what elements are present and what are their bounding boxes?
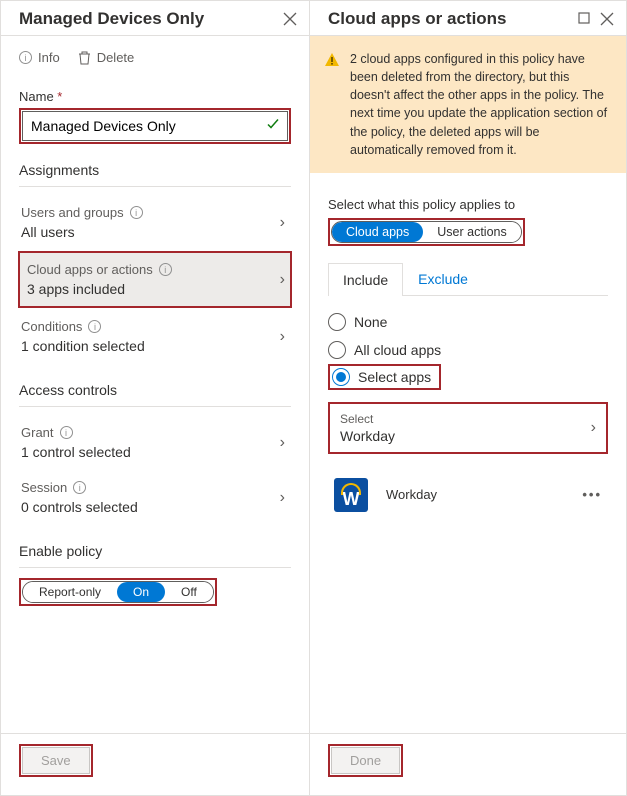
radio-none[interactable]: None bbox=[328, 308, 608, 336]
conditions-row[interactable]: Conditionsi 1 condition selected › bbox=[19, 309, 291, 364]
info-action[interactable]: i Info bbox=[19, 50, 60, 65]
name-label: Name bbox=[19, 89, 291, 104]
toggle-report-only[interactable]: Report-only bbox=[23, 582, 117, 602]
policy-panel: Managed Devices Only i Info Delete Name bbox=[0, 0, 310, 796]
tab-exclude[interactable]: Exclude bbox=[403, 262, 483, 295]
chevron-right-icon: › bbox=[280, 214, 285, 232]
radio-select-apps[interactable]: Select apps bbox=[358, 369, 431, 385]
chevron-right-icon: › bbox=[280, 489, 285, 507]
pill-user-actions[interactable]: User actions bbox=[423, 222, 520, 242]
select-value: Workday bbox=[340, 428, 395, 444]
radio-icon bbox=[328, 341, 346, 359]
workday-app-icon: W bbox=[334, 478, 368, 512]
radio-all-cloud-apps[interactable]: All cloud apps bbox=[328, 336, 608, 364]
enable-policy-toggle[interactable]: Report-only On Off bbox=[22, 581, 214, 603]
panel-title: Cloud apps or actions bbox=[328, 9, 507, 29]
save-button[interactable]: Save bbox=[22, 747, 90, 774]
chevron-right-icon: › bbox=[280, 271, 285, 289]
cloud-apps-row[interactable]: Cloud apps or actionsi 3 apps included › bbox=[19, 252, 291, 307]
info-icon: i bbox=[130, 206, 143, 219]
checkmark-icon bbox=[266, 118, 280, 135]
select-apps-row[interactable]: Select Workday › bbox=[328, 402, 608, 454]
warning-banner: 2 cloud apps configured in this policy h… bbox=[310, 36, 626, 173]
cloud-apps-panel: Cloud apps or actions 2 cloud apps confi… bbox=[310, 0, 627, 796]
chevron-right-icon: › bbox=[591, 419, 596, 437]
warning-icon bbox=[324, 52, 340, 159]
session-row[interactable]: Sessioni 0 controls selected › bbox=[19, 470, 291, 525]
assignments-heading: Assignments bbox=[19, 162, 291, 178]
info-icon: i bbox=[73, 481, 86, 494]
toggle-off[interactable]: Off bbox=[165, 582, 213, 602]
maximize-icon[interactable] bbox=[578, 12, 590, 26]
delete-action[interactable]: Delete bbox=[78, 50, 135, 65]
grant-row[interactable]: Granti 1 control selected › bbox=[19, 415, 291, 470]
info-icon: i bbox=[159, 263, 172, 276]
chevron-right-icon: › bbox=[280, 434, 285, 452]
applies-to-toggle[interactable]: Cloud apps User actions bbox=[331, 221, 522, 243]
applies-to-label: Select what this policy applies to bbox=[328, 197, 608, 212]
selected-app-row: W Workday ••• bbox=[328, 464, 608, 526]
include-options: None All cloud apps Select apps bbox=[328, 308, 608, 390]
include-exclude-tabs: Include Exclude bbox=[328, 262, 608, 296]
users-groups-row[interactable]: Users and groupsi All users › bbox=[19, 195, 291, 250]
info-icon: i bbox=[19, 51, 32, 64]
warning-text: 2 cloud apps configured in this policy h… bbox=[350, 50, 612, 159]
info-icon: i bbox=[88, 320, 101, 333]
done-button[interactable]: Done bbox=[331, 747, 400, 774]
policy-name-input[interactable] bbox=[22, 111, 288, 141]
radio-icon bbox=[332, 368, 350, 386]
panel-title: Managed Devices Only bbox=[19, 9, 204, 29]
tab-include[interactable]: Include bbox=[328, 263, 403, 296]
close-icon[interactable] bbox=[600, 12, 614, 26]
select-label: Select bbox=[340, 412, 395, 426]
chevron-right-icon: › bbox=[280, 328, 285, 346]
info-icon: i bbox=[60, 426, 73, 439]
panel-header-left: Managed Devices Only bbox=[1, 1, 309, 36]
radio-icon bbox=[328, 313, 346, 331]
panel-header-right: Cloud apps or actions bbox=[310, 1, 626, 36]
pill-cloud-apps[interactable]: Cloud apps bbox=[332, 222, 423, 242]
toggle-on[interactable]: On bbox=[117, 582, 165, 602]
app-name: Workday bbox=[386, 487, 437, 502]
trash-icon bbox=[78, 51, 91, 65]
more-icon[interactable]: ••• bbox=[582, 487, 602, 502]
close-icon[interactable] bbox=[283, 12, 297, 26]
access-controls-heading: Access controls bbox=[19, 382, 291, 398]
enable-policy-heading: Enable policy bbox=[19, 543, 291, 559]
